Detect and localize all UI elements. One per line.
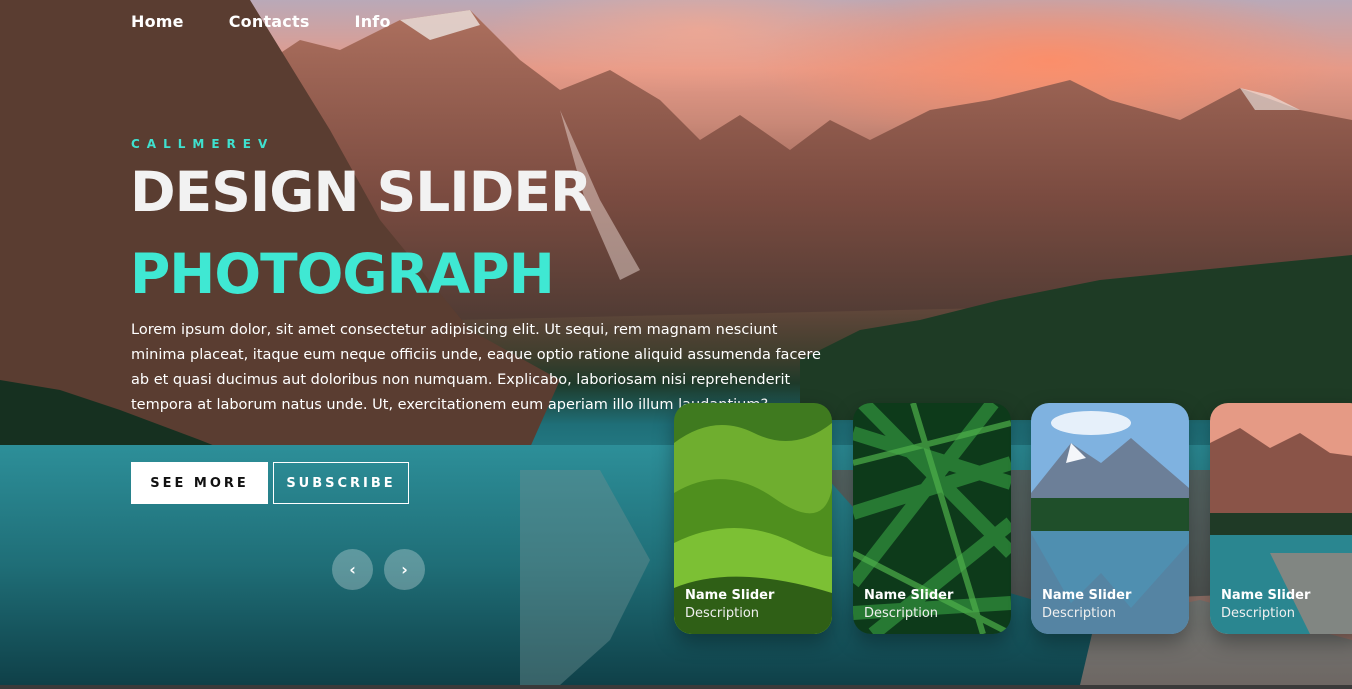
hero-topic: PHOTOGRAPH	[130, 242, 555, 306]
subscribe-button[interactable]: SUBSCRIBE	[273, 462, 409, 504]
next-arrow-button[interactable]: ›	[384, 549, 425, 590]
thumbnail-item[interactable]: Name Slider Description	[1031, 403, 1189, 634]
bottom-edge	[0, 685, 1352, 689]
hero-title: DESIGN SLIDER	[130, 160, 592, 224]
top-nav: Home Contacts Info	[131, 12, 391, 31]
nav-info-link[interactable]: Info	[355, 12, 391, 31]
thumbnail-item[interactable]: Name Slider Description	[1210, 403, 1352, 634]
thumbnail-name: Name Slider	[685, 588, 775, 603]
thumbnail-description: Description	[1221, 606, 1296, 621]
thumbnail-name: Name Slider	[1221, 588, 1311, 603]
thumbnail-name: Name Slider	[1042, 588, 1132, 603]
thumbnail-name: Name Slider	[864, 588, 954, 603]
nav-contacts-link[interactable]: Contacts	[229, 12, 310, 31]
chevron-right-icon: ›	[401, 560, 408, 579]
author-label: CALLMEREV	[131, 137, 275, 151]
prev-arrow-button[interactable]: ‹	[332, 549, 373, 590]
nav-home-link[interactable]: Home	[131, 12, 184, 31]
chevron-left-icon: ‹	[349, 560, 356, 579]
thumbnail-description: Description	[1042, 606, 1117, 621]
thumbnail-description: Description	[864, 606, 939, 621]
thumbnail-item[interactable]: Name Slider Description	[674, 403, 832, 634]
see-more-button[interactable]: SEE MORE	[131, 462, 268, 504]
thumbnail-description: Description	[685, 606, 760, 621]
thumbnail-item[interactable]: Name Slider Description	[853, 403, 1011, 634]
